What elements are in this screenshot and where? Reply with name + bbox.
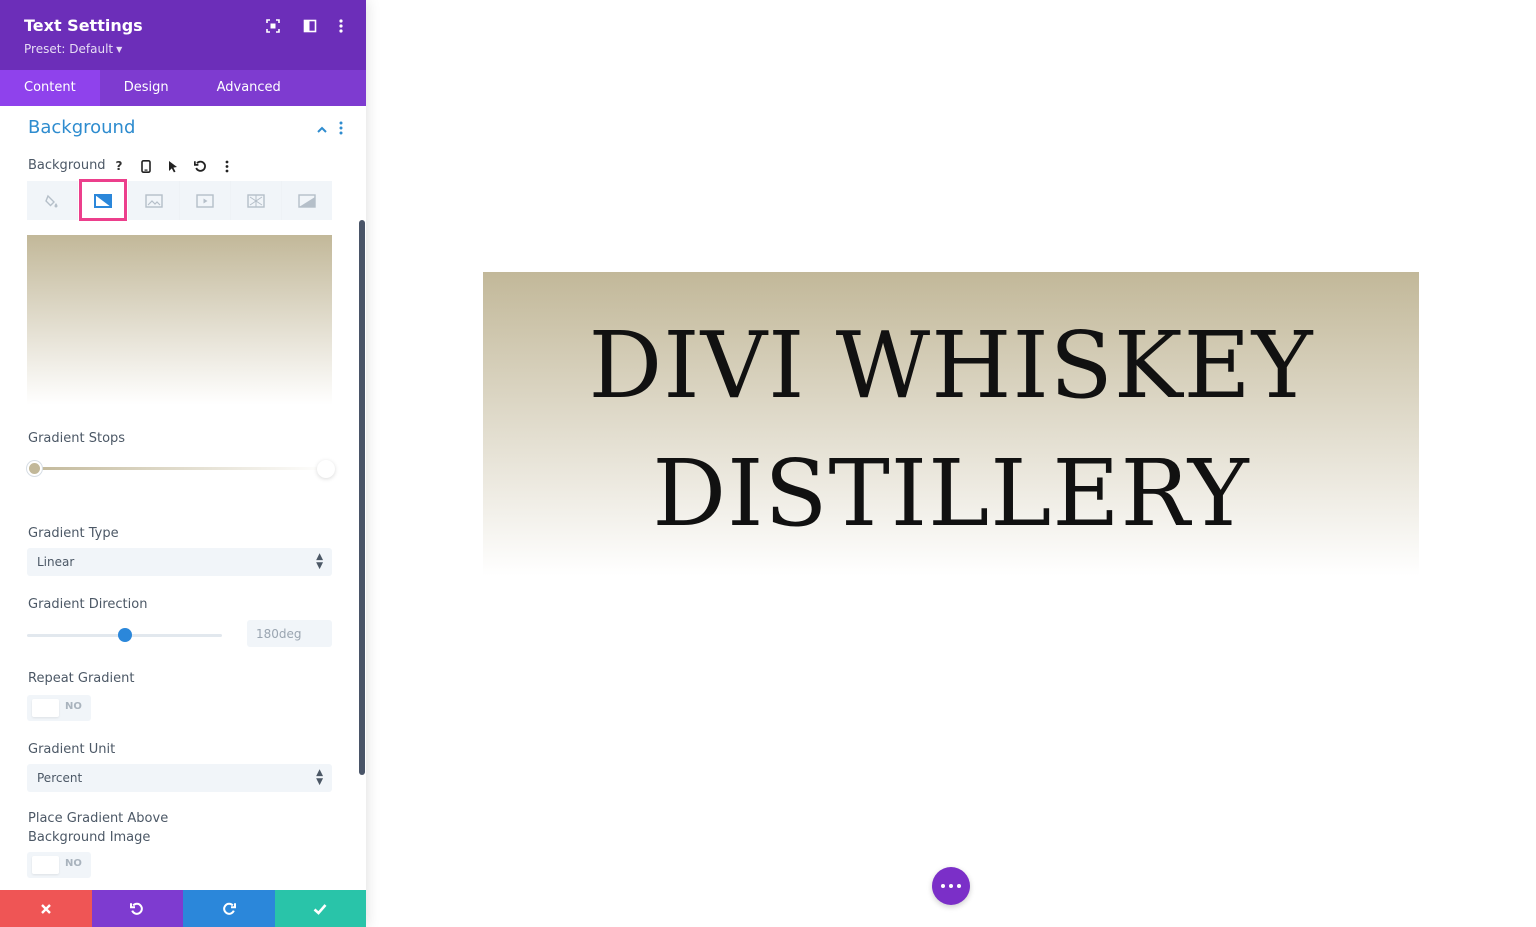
mask-icon[interactable] <box>282 181 332 220</box>
text-module-preview[interactable]: DIVI WHISKEY DISTILLERY <box>483 272 1419 576</box>
undo-icon <box>130 902 144 915</box>
chevron-up-icon[interactable] <box>316 120 328 139</box>
gradient-direction-label: Gradient Direction <box>28 597 148 612</box>
field-more-icon[interactable] <box>218 157 236 175</box>
gradient-above-label-line2: Background Image <box>28 830 151 845</box>
tab-content[interactable]: Content <box>0 70 100 106</box>
repeat-gradient-label: Repeat Gradient <box>28 671 135 686</box>
tab-design[interactable]: Design <box>100 70 193 106</box>
background-type-tabs <box>27 181 332 220</box>
repeat-gradient-value: NO <box>65 701 82 712</box>
check-icon <box>313 903 327 915</box>
dot-icon <box>949 884 953 888</box>
section-title[interactable]: Background <box>28 117 135 138</box>
repeat-gradient-toggle[interactable]: NO <box>27 695 91 721</box>
video-icon[interactable] <box>180 181 230 220</box>
redo-icon <box>222 902 236 915</box>
select-arrows-icon: ▲ ▼ <box>316 768 323 787</box>
gradient-stops-track[interactable] <box>33 467 326 470</box>
mobile-icon[interactable] <box>137 157 155 175</box>
fullscreen-icon[interactable] <box>264 17 282 35</box>
settings-tabs: Content Design Advanced <box>0 70 366 106</box>
gradient-stops-label: Gradient Stops <box>28 431 126 446</box>
image-icon[interactable] <box>129 181 179 220</box>
close-icon <box>40 903 51 914</box>
gradient-above-value: NO <box>65 858 82 869</box>
section-more-icon[interactable] <box>339 120 343 139</box>
gradient-above-toggle[interactable]: NO <box>27 852 91 878</box>
undo-button[interactable] <box>91 890 183 927</box>
background-field-tools: ? <box>110 157 236 175</box>
pattern-icon[interactable] <box>231 181 281 220</box>
discard-button[interactable] <box>0 890 92 927</box>
dot-icon <box>957 884 961 888</box>
preset-label: Preset: Default <box>24 42 114 56</box>
gradient-direction-input[interactable] <box>247 620 332 647</box>
more-options-icon[interactable] <box>332 17 350 35</box>
preset-dropdown[interactable]: Preset: Default ▼ <box>24 42 122 56</box>
save-button[interactable] <box>274 890 366 927</box>
heading-line-1: DIVI WHISKEY <box>588 312 1314 419</box>
background-label: Background <box>28 158 106 173</box>
gradient-unit-label: Gradient Unit <box>28 742 116 757</box>
tab-advanced[interactable]: Advanced <box>193 70 305 106</box>
banner-heading: DIVI WHISKEY DISTILLERY <box>483 302 1419 558</box>
panel-title: Text Settings <box>24 16 143 35</box>
panel-scrollbar[interactable] <box>359 220 365 775</box>
gradient-type-value: Linear <box>37 555 75 569</box>
settings-panel: Text Settings Preset: Default ▼ Content D… <box>0 0 366 927</box>
gradient-direction-handle[interactable] <box>117 628 132 642</box>
toggle-knob <box>32 699 59 717</box>
gradient-preview <box>27 235 332 405</box>
page-settings-button[interactable] <box>932 867 970 905</box>
select-arrows-icon: ▲ ▼ <box>316 552 323 571</box>
heading-line-2: DISTILLERY <box>652 440 1250 547</box>
split-view-icon[interactable] <box>301 17 319 35</box>
gradient-unit-value: Percent <box>37 771 83 785</box>
gradient-stop-end[interactable] <box>317 460 335 478</box>
cursor-icon[interactable] <box>164 157 182 175</box>
toggle-knob <box>32 856 59 874</box>
builder-screen: Text Settings Preset: Default ▼ Content D… <box>0 0 1536 927</box>
help-icon[interactable]: ? <box>110 157 128 175</box>
gradient-unit-select[interactable]: Percent ▲ ▼ <box>27 764 332 792</box>
color-icon[interactable] <box>27 181 77 220</box>
gradient-type-label: Gradient Type <box>28 526 119 541</box>
dot-icon <box>941 884 945 888</box>
caret-down-icon: ▼ <box>116 45 123 54</box>
gradient-icon[interactable] <box>78 181 128 220</box>
redo-button[interactable] <box>183 890 275 927</box>
panel-header: Text Settings Preset: Default ▼ <box>0 0 366 70</box>
reset-icon[interactable] <box>191 157 209 175</box>
gradient-stop-start[interactable] <box>27 461 42 476</box>
gradient-above-label-line1: Place Gradient Above <box>28 811 169 826</box>
panel-footer <box>0 890 366 927</box>
gradient-type-select[interactable]: Linear ▲ ▼ <box>27 548 332 576</box>
